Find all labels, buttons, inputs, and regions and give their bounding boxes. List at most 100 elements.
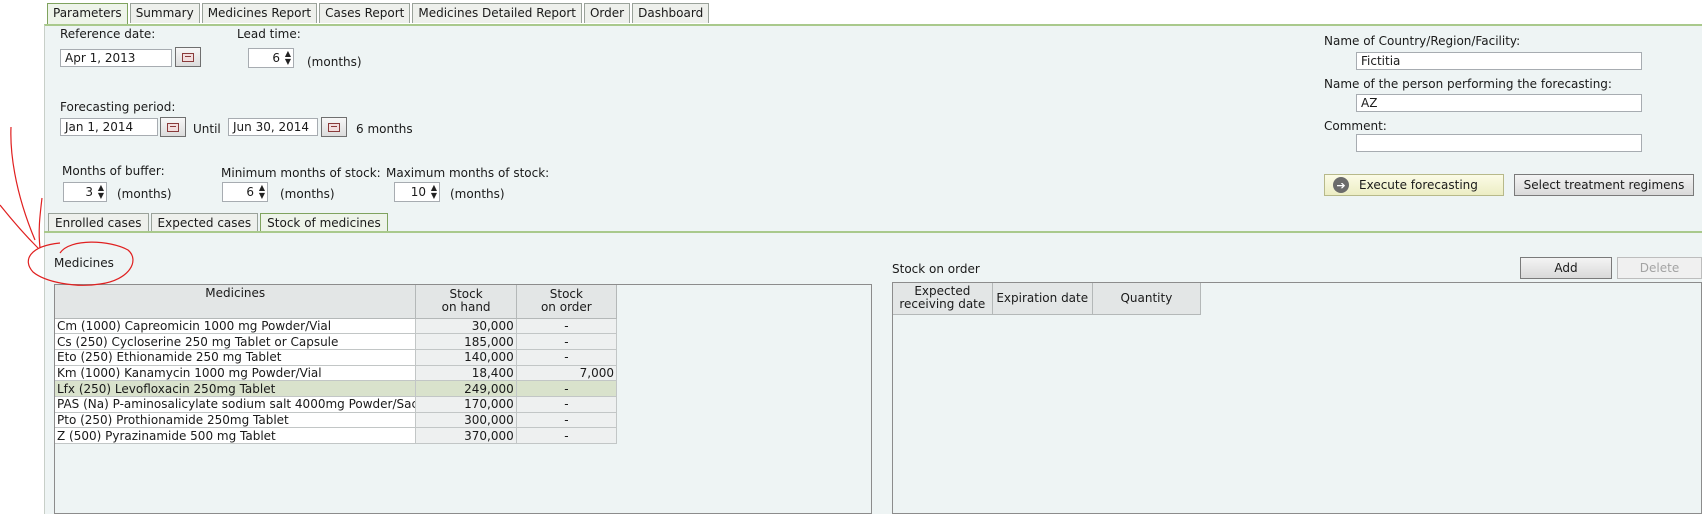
- tab-parameters[interactable]: Parameters: [47, 3, 128, 24]
- tab-stock-of-medicines[interactable]: Stock of medicines: [260, 213, 388, 232]
- annotation-stroke: [38, 197, 43, 249]
- execute-forecasting-label: Execute forecasting: [1359, 178, 1478, 192]
- header-line: receiving date: [899, 297, 986, 312]
- select-treatment-regimens-button[interactable]: Select treatment regimens: [1514, 174, 1694, 196]
- max-stock-label: Maximum months of stock:: [386, 166, 550, 180]
- stock-on-order-cell: -: [516, 380, 618, 397]
- person-field[interactable]: AZ: [1356, 94, 1642, 112]
- medicine-name-cell: Eto (250) Ethionamide 250 mg Tablet: [55, 349, 417, 366]
- header-line: on order: [540, 300, 592, 315]
- spinner-arrows-icon[interactable]: ▲ ▼: [257, 184, 267, 200]
- stock-on-order-cell: 7,000: [516, 365, 618, 382]
- medicine-name-cell: Pto (250) Prothionamide 250mg Tablet: [55, 412, 417, 429]
- column-header-quantity[interactable]: Quantity: [1092, 283, 1202, 315]
- tab-enrolled-cases[interactable]: Enrolled cases: [48, 213, 149, 232]
- table-row[interactable]: Lfx (250) Levofloxacin 250mg Tablet 249,0…: [55, 380, 618, 397]
- max-stock-value: 10: [410, 185, 426, 199]
- spinner-arrows-icon[interactable]: ▲ ▼: [429, 184, 439, 200]
- medicine-name-cell: Cs (250) Cycloserine 250 mg Tablet or Ca…: [55, 333, 417, 350]
- stock-on-hand-cell[interactable]: 30,000: [415, 318, 517, 335]
- medicines-table: Medicines Stock on hand Stock on order Cm …: [54, 284, 872, 514]
- annotation-stroke: [0, 204, 39, 249]
- period-start-field[interactable]: Jan 1, 2014: [60, 118, 158, 136]
- period-length-label: 6 months: [356, 122, 413, 136]
- spinner-arrows-icon[interactable]: ▲ ▼: [96, 184, 106, 200]
- stock-on-hand-cell[interactable]: 170,000: [415, 396, 517, 413]
- stock-on-hand-cell[interactable]: 185,000: [415, 333, 517, 350]
- table-row[interactable]: Cs (250) Cycloserine 250 mg Tablet or Ca…: [55, 333, 618, 350]
- reference-date-label: Reference date:: [60, 27, 156, 41]
- delete-button[interactable]: Delete: [1617, 257, 1702, 279]
- lead-time-value: 6: [272, 51, 280, 65]
- tab-expected-cases[interactable]: Expected cases: [150, 213, 259, 232]
- comment-label: Comment:: [1324, 119, 1387, 133]
- tab-dashboard[interactable]: Dashboard: [632, 3, 710, 23]
- tab-summary[interactable]: Summary: [129, 3, 200, 23]
- country-label: Name of Country/Region/Facility:: [1324, 34, 1521, 48]
- min-stock-label: Minimum months of stock:: [221, 166, 381, 180]
- arrow-right-icon: ➔: [1333, 177, 1349, 193]
- calendar-icon: [182, 52, 194, 62]
- stock-on-order-cell: -: [516, 427, 618, 444]
- min-stock-value: 6: [246, 185, 254, 199]
- header-line: Expected: [914, 284, 971, 299]
- column-header-stock-on-hand[interactable]: Stock on hand: [415, 285, 517, 319]
- main-tab-bar: Parameters Summary Medicines Report Case…: [47, 3, 710, 24]
- execute-forecasting-button[interactable]: ➔ Execute forecasting: [1324, 174, 1504, 196]
- spinner-arrows-icon[interactable]: ▲ ▼: [283, 50, 293, 66]
- comment-field[interactable]: [1356, 134, 1642, 152]
- add-button[interactable]: Add: [1520, 257, 1612, 279]
- tab-medicines-report[interactable]: Medicines Report: [201, 3, 318, 23]
- table-row[interactable]: Cm (1000) Capreomicin 1000 mg Powder/Via…: [55, 318, 618, 335]
- max-stock-spinner[interactable]: 10 ▲ ▼: [394, 182, 440, 202]
- column-header-stock-on-order[interactable]: Stock on order: [516, 285, 618, 319]
- column-header-medicines[interactable]: Medicines: [55, 285, 417, 319]
- until-label: Until: [193, 122, 221, 136]
- stock-on-order-cell: -: [516, 396, 618, 413]
- stock-on-order-cell: -: [516, 412, 618, 429]
- column-header-expiration-date[interactable]: Expiration date: [992, 283, 1093, 315]
- table-row[interactable]: Pto (250) Prothionamide 250mg Tablet 300,…: [55, 412, 618, 429]
- person-label: Name of the person performing the foreca…: [1324, 77, 1612, 91]
- period-end-calendar-button[interactable]: [321, 117, 347, 137]
- medicine-name-cell: Z (500) Pyrazinamide 500 mg Tablet: [55, 427, 417, 444]
- country-field[interactable]: Fictitia: [1356, 52, 1642, 70]
- table-row[interactable]: Km (1000) Kanamycin 1000 mg Powder/Vial 1…: [55, 365, 618, 382]
- lead-time-spinner[interactable]: 6 ▲ ▼: [248, 48, 294, 68]
- stock-on-hand-cell[interactable]: 300,000: [415, 412, 517, 429]
- reference-date-calendar-button[interactable]: [175, 47, 201, 67]
- header-line: Stock: [549, 287, 583, 302]
- lead-time-unit: (months): [307, 55, 362, 69]
- medicine-name-cell: Km (1000) Kanamycin 1000 mg Powder/Vial: [55, 365, 417, 382]
- stock-on-order-label: Stock on order: [892, 262, 980, 276]
- table-row[interactable]: Z (500) Pyrazinamide 500 mg Tablet 370,00…: [55, 427, 618, 444]
- table-row[interactable]: Eto (250) Ethionamide 250 mg Tablet 140,0…: [55, 349, 618, 366]
- tab-cases-report[interactable]: Cases Report: [319, 3, 411, 23]
- stock-on-hand-cell[interactable]: 18,400: [415, 365, 517, 382]
- tab-order[interactable]: Order: [583, 3, 631, 23]
- stock-on-hand-cell[interactable]: 370,000: [415, 427, 517, 444]
- stock-on-hand-cell[interactable]: 140,000: [415, 349, 517, 366]
- period-end-field[interactable]: Jun 30, 2014: [228, 118, 318, 136]
- column-header-expected-receiving-date[interactable]: Expected receiving date: [893, 283, 993, 315]
- stock-on-order-cell: -: [516, 318, 618, 335]
- medicine-name-cell: Cm (1000) Capreomicin 1000 mg Powder/Via…: [55, 318, 417, 335]
- annotation-stroke: [10, 126, 36, 241]
- header-line: Stock: [449, 287, 483, 302]
- max-stock-unit: (months): [450, 187, 505, 201]
- min-stock-spinner[interactable]: 6 ▲ ▼: [222, 182, 268, 202]
- period-start-calendar-button[interactable]: [160, 117, 186, 137]
- buffer-spinner[interactable]: 3 ▲ ▼: [63, 182, 107, 202]
- medicines-section-label: Medicines: [54, 256, 114, 270]
- calendar-icon: [328, 122, 340, 132]
- min-stock-unit: (months): [280, 187, 335, 201]
- tab-medicines-detailed-report[interactable]: Medicines Detailed Report: [412, 3, 582, 23]
- medicine-name-cell: PAS (Na) P-aminosalicylate sodium salt 4…: [55, 396, 417, 413]
- stock-on-order-cell: -: [516, 349, 618, 366]
- stock-on-hand-cell[interactable]: 249,000: [415, 380, 517, 397]
- buffer-unit: (months): [117, 187, 172, 201]
- table-row[interactable]: PAS (Na) P-aminosalicylate sodium salt 4…: [55, 396, 618, 413]
- reference-date-field[interactable]: Apr 1, 2013: [60, 49, 172, 67]
- buffer-value: 3: [85, 185, 93, 199]
- buffer-label: Months of buffer:: [62, 164, 165, 178]
